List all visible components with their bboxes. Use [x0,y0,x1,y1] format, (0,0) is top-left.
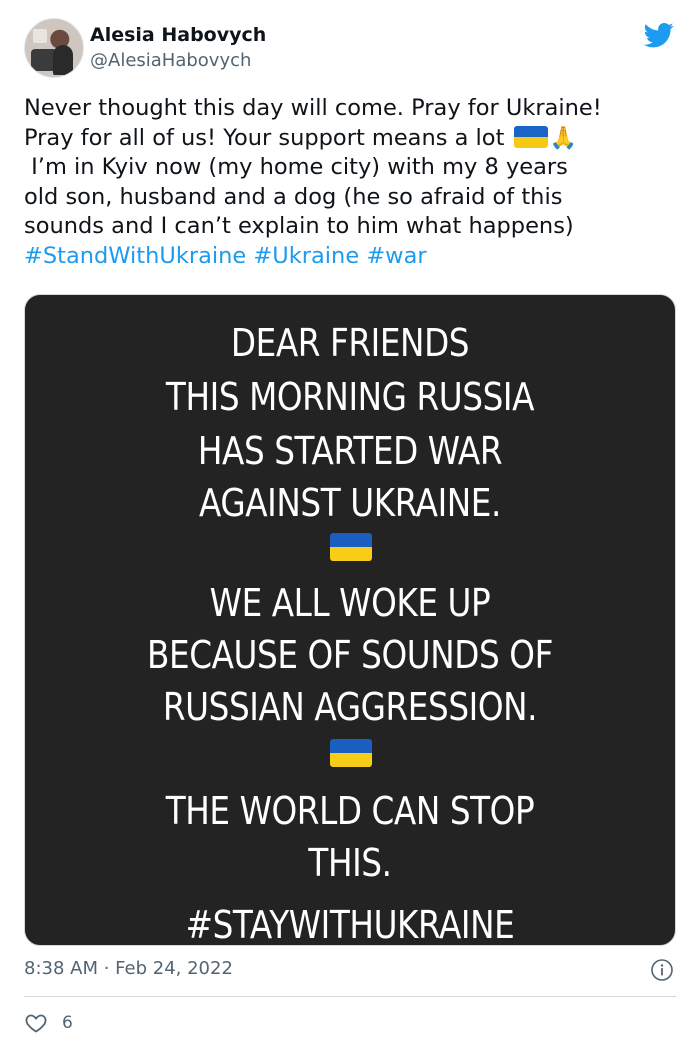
hashtag-link[interactable]: #Ukraine [253,243,359,269]
media-text-line: WE ALL WOKE UP [209,581,491,625]
info-icon[interactable] [650,958,674,982]
tweet-media-image[interactable]: DEAR FRIENDS THIS MORNING RUSSIA HAS STA… [24,294,676,946]
ukraine-flag-icon [330,739,372,767]
media-text-line: AGAINST UKRAINE. [199,481,501,525]
media-text-line: RUSSIAN AGGRESSION. [162,685,538,729]
tweet-text: Never thought this day will come. Pray f… [24,94,684,272]
divider [24,996,676,997]
media-text-line: THIS. [308,841,392,885]
tweet-line: sounds and I can’t explain to him what h… [24,213,574,240]
tweet-line: old son, husband and a dog (he so afraid… [24,183,563,210]
ukraine-flag-icon [513,125,548,148]
media-text-line: HAS STARTED WAR [197,429,503,473]
tweet-line: Never thought this day will come. Pray f… [24,95,602,121]
tweet-timestamp[interactable]: 8:38 AM · Feb 24, 2022 [24,958,233,979]
media-text-line: DEAR FRIENDS [230,321,470,365]
tweet-header: Alesia Habovych @AlesiaHabovych [24,18,676,80]
author-handle[interactable]: @AlesiaHabovych [90,50,251,71]
praying-hands-icon: 🙏 [549,125,577,151]
tweet-line: I’m in Kyiv now (my home city) with my 8… [24,154,568,181]
hashtag-link[interactable]: #war [366,243,426,269]
avatar[interactable] [24,18,84,78]
ukraine-flag-icon [330,533,372,561]
media-text-line: THE WORLD CAN STOP [165,789,535,833]
tweet-line: Pray for all of us! Your support means a… [24,124,512,151]
media-text-line: THIS MORNING RUSSIA [165,375,535,419]
hashtag-link[interactable]: #StandWithUkraine [24,243,246,269]
media-text-line: BECAUSE OF SOUNDS OF [147,633,553,677]
like-count: 6 [62,1013,73,1033]
twitter-bird-icon[interactable] [642,20,676,50]
heart-icon[interactable] [24,1011,48,1035]
author-name[interactable]: Alesia Habovych [90,24,266,46]
like-button[interactable]: 6 [24,1010,73,1036]
media-text-line: #STAYWITHUKRAINE [185,903,515,946]
